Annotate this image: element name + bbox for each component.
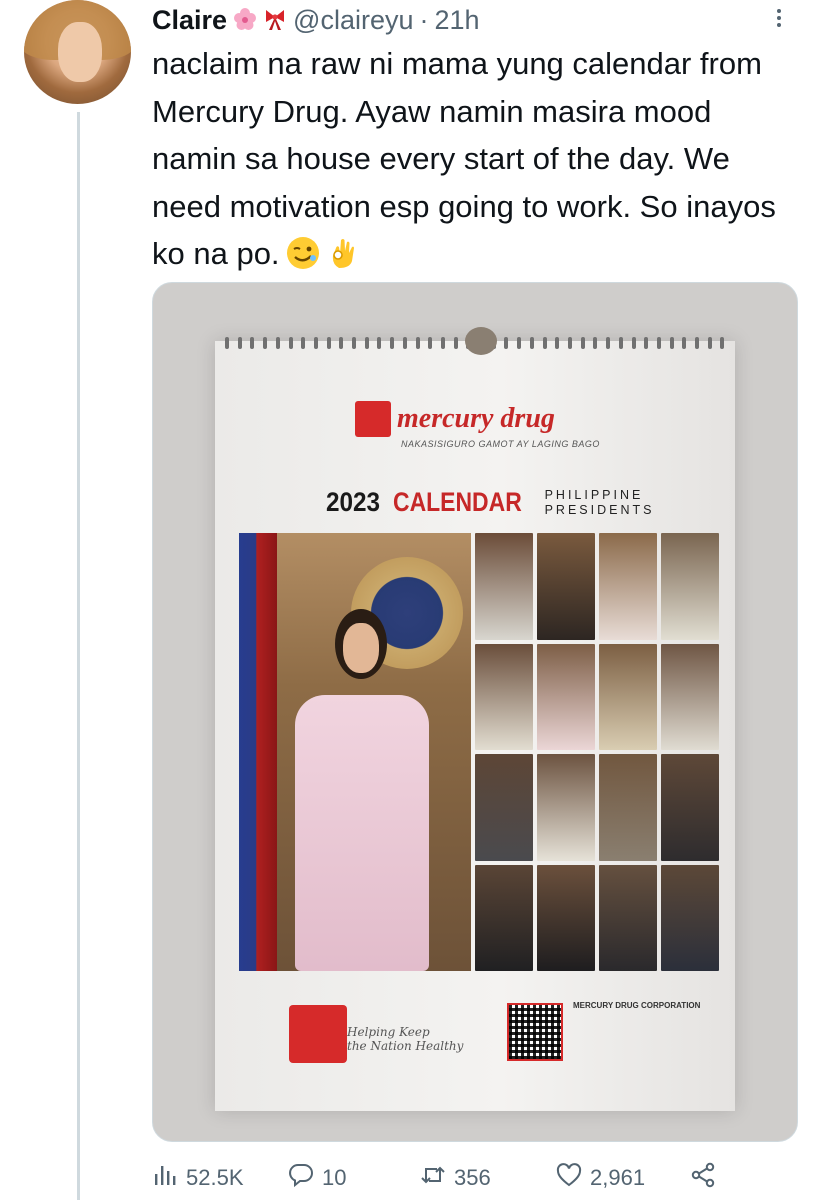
reply-action[interactable]: 10: [288, 1160, 346, 1196]
tweet-header: Claire @claireyu · 21h: [152, 4, 480, 36]
portrait-grid: [475, 533, 719, 971]
retweet-action[interactable]: 356: [420, 1160, 491, 1196]
qr-code: [507, 1003, 563, 1061]
tweet-timestamp[interactable]: 21h: [435, 5, 480, 36]
portrait-tile: [661, 643, 719, 750]
portrait-tile: [475, 864, 533, 971]
author-handle[interactable]: @claireyu: [293, 5, 413, 36]
main-portrait: [239, 533, 471, 971]
reply-icon: [288, 1162, 314, 1194]
more-options-icon[interactable]: [764, 6, 794, 32]
corporation-name: MERCURY DRUG CORPORATION: [573, 1001, 701, 1010]
share-icon: [690, 1162, 716, 1194]
flag: [239, 533, 277, 971]
portrait-tile: [475, 754, 533, 861]
calendar-hanger: [465, 327, 497, 355]
portrait-dress: [295, 695, 429, 971]
tweet-media[interactable]: mercury drug NAKASISIGURO GAMOT AY LAGIN…: [152, 282, 798, 1142]
portrait-tile: [537, 533, 595, 640]
corporation-info: MERCURY DRUG CORPORATION: [573, 1001, 713, 1011]
retweet-icon: [420, 1162, 446, 1194]
winking-face-icon: [286, 236, 320, 270]
cherry-blossom-icon: [233, 7, 257, 31]
portrait-tile: [475, 533, 533, 640]
footer-slogan: Helping Keep the Nation Healthy: [347, 1025, 463, 1053]
ribbon-icon: [263, 7, 287, 31]
reply-count: 10: [322, 1165, 347, 1190]
portrait-tile: [661, 754, 719, 861]
footer-slogan-line1: Helping Keep: [347, 1025, 430, 1039]
portrait-tile: [599, 864, 657, 971]
views-count: 52.5K: [186, 1165, 244, 1190]
portrait-tile: [475, 643, 533, 750]
brand-tagline: NAKASISIGURO GAMOT AY LAGING BAGO: [401, 439, 600, 449]
mercury-drug-logo: [355, 401, 391, 437]
like-action[interactable]: 2,961: [556, 1160, 645, 1196]
views-icon: [152, 1162, 178, 1194]
heart-icon: [556, 1162, 582, 1194]
share-action[interactable]: [690, 1160, 716, 1196]
portrait-tile: [537, 864, 595, 971]
portrait-tile: [599, 754, 657, 861]
author-name[interactable]: Claire: [152, 5, 227, 36]
calendar-title: 2023 CALENDAR PHILIPPINE PRESIDENTS: [323, 487, 654, 518]
portrait-tile: [661, 533, 719, 640]
ok-hand-icon: [326, 236, 360, 270]
thread-line: [77, 112, 80, 1200]
retweet-count: 356: [454, 1165, 491, 1190]
portrait-face: [343, 623, 379, 673]
calendar-year: 2023: [326, 487, 381, 517]
separator-dot: ·: [419, 4, 429, 35]
portrait-tile: [599, 533, 657, 640]
brand-row: mercury drug: [355, 401, 555, 437]
portrait-figure: [287, 609, 437, 971]
portrait-tile: [537, 754, 595, 861]
calendar-photo-area: [239, 533, 719, 971]
anniversary-logo: [289, 1005, 347, 1063]
views-action[interactable]: 52.5K: [152, 1160, 244, 1196]
portrait-tile: [599, 643, 657, 750]
portrait-tile: [537, 643, 595, 750]
avatar[interactable]: [24, 0, 131, 104]
calendar-subtitle: PHILIPPINE PRESIDENTS: [545, 488, 655, 518]
tweet-text: naclaim na raw ni mama yung calendar fro…: [152, 40, 802, 278]
avatar-face: [58, 22, 102, 82]
like-count: 2,961: [590, 1165, 646, 1190]
action-bar: 52.5K 10 356 2,961: [152, 1160, 752, 1196]
brand-name: mercury drug: [397, 403, 555, 434]
tweet-body: naclaim na raw ni mama yung calendar fro…: [152, 46, 785, 271]
calendar-subtitle-line2: PRESIDENTS: [544, 502, 655, 517]
footer-slogan-line2: the Nation Healthy: [347, 1039, 464, 1053]
calendar-word: CALENDAR: [393, 487, 522, 517]
portrait-tile: [661, 864, 719, 971]
calendar-subtitle-line1: PHILIPPINE: [544, 487, 644, 502]
